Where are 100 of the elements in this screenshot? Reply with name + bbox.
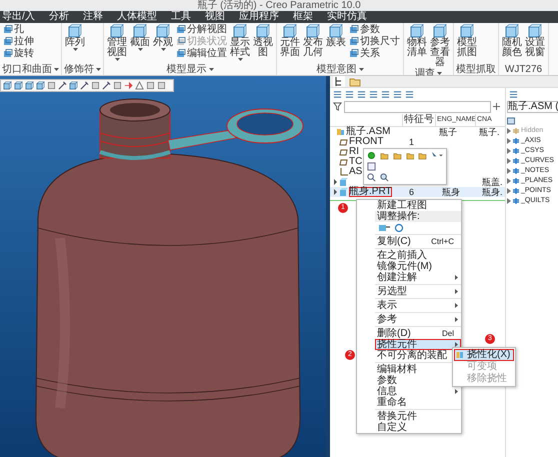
menu-item[interactable]: 信息 (375, 386, 461, 397)
tree-row[interactable]: TC (330, 157, 505, 167)
ribbon-tab[interactable]: 框架 (290, 11, 325, 23)
ribbon-tab[interactable]: 实时仿真 (324, 11, 379, 23)
menu-item[interactable]: 另选型 (375, 286, 461, 297)
square-icon[interactable] (146, 81, 155, 90)
ribbon-tab[interactable]: 人体模型 (114, 11, 169, 23)
menu-item[interactable]: 新建工程图 (375, 200, 461, 211)
ribbon-button[interactable]: 参考查看器 (429, 24, 451, 68)
pencil-icon[interactable] (80, 81, 89, 90)
ribbon-tab[interactable]: 导出/入 (0, 11, 47, 23)
square-icon[interactable] (91, 81, 100, 90)
image-icon[interactable] (367, 162, 376, 171)
tree-row[interactable]: AS (330, 167, 505, 177)
ribbon-button[interactable]: 旋转 (2, 48, 35, 60)
menu-item[interactable]: 自定义 (375, 422, 461, 433)
menu-item[interactable]: 在之前插入 (375, 250, 461, 261)
ribbon-tab[interactable]: 视图 (202, 11, 237, 23)
cube-icon[interactable] (25, 81, 34, 90)
menu-item[interactable]: 删除(D) Del (375, 328, 461, 339)
list-icon[interactable] (405, 90, 414, 98)
tool-icon (433, 24, 447, 38)
menu-item[interactable]: 镜像元件(M) (375, 261, 461, 272)
layer-icon (512, 167, 520, 175)
menu-item[interactable]: 复制(C) Ctrl+C (375, 236, 461, 247)
tree-row[interactable]: 瓶盖. (330, 177, 505, 187)
ribbon-button[interactable]: 透视图 (252, 24, 274, 64)
layer-icon (507, 117, 515, 125)
zoom-icon[interactable] (380, 173, 389, 182)
tree-row[interactable]: 瓶子.ASM 瓶子 瓶子. (330, 127, 505, 137)
square-icon[interactable] (47, 81, 56, 90)
tree-row[interactable]: RI (330, 147, 505, 157)
ribbon-button[interactable]: 模型抓图 (456, 24, 478, 64)
ribbon-button[interactable]: 孔 (2, 24, 35, 36)
ribbon-button[interactable]: 族表 (325, 24, 347, 64)
ribbon-tab[interactable]: 分析 (46, 11, 81, 23)
ribbon-button[interactable]: 切换尺寸 (348, 36, 401, 48)
ribbon-button[interactable]: 参数 (348, 24, 401, 36)
square-icon[interactable] (157, 81, 166, 90)
model-tree-tab-icon[interactable] (333, 76, 345, 87)
csys-icon (339, 168, 348, 176)
menu-item[interactable]: 替换元件 (375, 411, 461, 422)
filter-icon[interactable] (333, 102, 342, 111)
cube-icon[interactable] (14, 81, 23, 90)
tree-item-label: TC (349, 157, 362, 167)
ribbon-button[interactable]: 关系 (348, 48, 401, 60)
ribbon-button[interactable]: 显示样式 (229, 24, 251, 64)
menu-item[interactable]: 挠性化(X) (454, 349, 514, 361)
ribbon-tab[interactable]: 工具 (168, 11, 203, 23)
caret-icon (54, 68, 59, 71)
column-header[interactable]: 特征号 (404, 114, 434, 125)
pencil-icon[interactable] (102, 81, 111, 90)
list-icon[interactable] (357, 90, 366, 98)
ribbon-button[interactable]: 分解视图 (175, 24, 228, 36)
ribbon-button[interactable]: 外观 (152, 24, 174, 64)
zoom-icon[interactable] (367, 173, 376, 182)
menu-item[interactable]: 重命名 (375, 397, 461, 408)
square-icon[interactable] (113, 81, 122, 90)
expand-arrow-icon[interactable] (333, 189, 338, 195)
layer-icon (512, 197, 520, 205)
part-icon[interactable] (378, 223, 390, 232)
arrow-icon[interactable] (124, 81, 133, 90)
list-icon[interactable] (393, 90, 402, 98)
ribbon-button[interactable]: 管理视图 (106, 24, 128, 64)
menu-item[interactable]: 挠性元件 (375, 339, 461, 350)
menu-item[interactable]: 参考 (375, 314, 461, 325)
triangle-icon[interactable] (135, 81, 144, 90)
ribbon-button[interactable]: 物料清单 (406, 24, 428, 68)
pencil-icon[interactable] (58, 81, 67, 90)
menu-item[interactable]: 表示 (375, 300, 461, 311)
tool-icon (410, 24, 424, 38)
cube-icon[interactable] (3, 81, 12, 90)
list-icon[interactable] (345, 90, 354, 98)
ribbon-button[interactable]: 设置视窗 (524, 24, 546, 64)
ribbon-tab[interactable]: 应用程序 (236, 11, 291, 23)
cube-icon[interactable] (36, 81, 45, 90)
cube-icon[interactable] (69, 81, 78, 90)
ribbon-button[interactable]: 截面 (129, 24, 151, 64)
ribbon-button[interactable]: 编辑位置 (175, 48, 228, 60)
caret-icon (358, 68, 364, 71)
caret-icon (208, 68, 214, 71)
ribbon-button[interactable]: 随机颜色 (501, 24, 523, 64)
caret-icon (160, 48, 166, 51)
list-icon[interactable] (369, 90, 378, 98)
window-title: 瓶子 (活动的) - Creo Parametric 10.0 (197, 0, 361, 11)
list-icon[interactable] (333, 90, 342, 98)
ribbon-button[interactable]: 发布几何 (302, 24, 324, 64)
list-icon[interactable] (509, 90, 518, 98)
tree-row[interactable]: FRONT 1 (330, 137, 505, 147)
search-field[interactable] (344, 100, 491, 112)
part-icon (339, 178, 348, 186)
list-icon[interactable] (381, 90, 390, 98)
group-label: 修饰符 (64, 64, 94, 75)
expand-arrow-icon[interactable] (333, 179, 338, 185)
menu-item[interactable]: 创建注解 (375, 272, 461, 283)
ribbon-button[interactable]: 元件界面 (279, 24, 301, 64)
ribbon-button[interactable]: 拉伸 (2, 36, 35, 48)
ribbon-tab[interactable]: 注释 (80, 11, 115, 23)
plus-icon[interactable] (493, 103, 500, 110)
ribbon-button[interactable]: 阵列 (64, 24, 86, 64)
